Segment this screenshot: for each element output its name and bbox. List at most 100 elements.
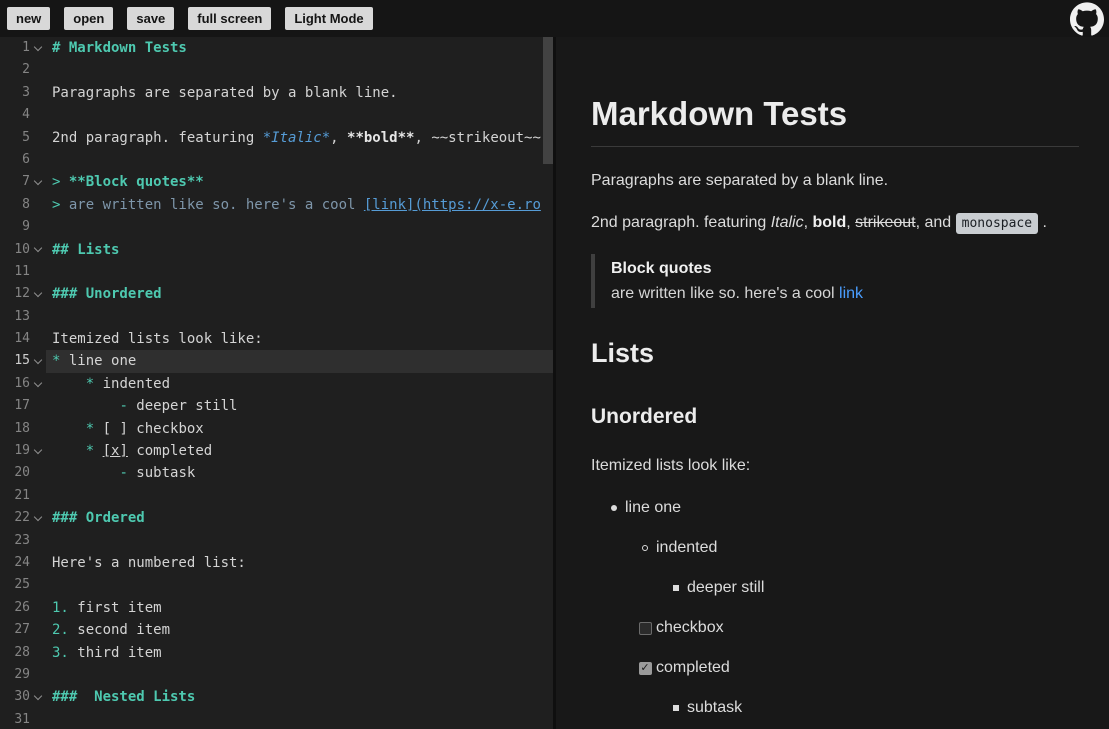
editor-line[interactable]: 24Here's a numbered list: bbox=[0, 552, 553, 574]
line-number-gutter: 6 bbox=[0, 149, 46, 171]
fold-chevron-icon[interactable] bbox=[30, 239, 46, 261]
line-number-gutter: 4 bbox=[0, 104, 46, 126]
line-number: 20 bbox=[14, 462, 30, 484]
editor-line[interactable]: 31 bbox=[0, 709, 553, 729]
list-marker bbox=[634, 622, 656, 635]
bullet-square-icon bbox=[673, 705, 679, 711]
preview-content: Markdown TestsParagraphs are separated b… bbox=[556, 37, 1109, 729]
link[interactable]: link bbox=[839, 285, 863, 302]
line-number-gutter: 23 bbox=[0, 530, 46, 552]
fold-chevron-icon[interactable] bbox=[30, 283, 46, 305]
line-number-gutter: 15 bbox=[0, 350, 46, 372]
line-number: 9 bbox=[22, 216, 30, 238]
fold-chevron-icon[interactable] bbox=[30, 686, 46, 708]
fold-chevron-icon[interactable] bbox=[30, 440, 46, 462]
line-number-gutter: 31 bbox=[0, 709, 46, 729]
line-number: 23 bbox=[14, 530, 30, 552]
editor-line[interactable]: 21 bbox=[0, 485, 553, 507]
line-number-gutter: 18 bbox=[0, 418, 46, 440]
code-line-text bbox=[46, 216, 553, 238]
fold-chevron-icon bbox=[30, 619, 46, 641]
editor-line[interactable]: 16 * indented bbox=[0, 373, 553, 395]
preview-heading-h2: Lists bbox=[591, 336, 1079, 370]
editor-line[interactable]: 3Paragraphs are separated by a blank lin… bbox=[0, 82, 553, 104]
fold-chevron-icon bbox=[30, 216, 46, 238]
light-mode-button[interactable]: Light Mode bbox=[285, 7, 372, 30]
editor-line[interactable]: 30### Nested Lists bbox=[0, 686, 553, 708]
editor-pane[interactable]: 1# Markdown Tests23Paragraphs are separa… bbox=[0, 37, 553, 729]
line-number-gutter: 29 bbox=[0, 664, 46, 686]
editor-line[interactable]: 18 * [ ] checkbox bbox=[0, 418, 553, 440]
editor-line[interactable]: 12### Unordered bbox=[0, 283, 553, 305]
editor-line[interactable]: 11 bbox=[0, 261, 553, 283]
line-number-gutter: 14 bbox=[0, 328, 46, 350]
line-number-gutter: 17 bbox=[0, 395, 46, 417]
line-number-gutter: 16 bbox=[0, 373, 46, 395]
editor-line[interactable]: 13 bbox=[0, 306, 553, 328]
line-number-gutter: 8 bbox=[0, 194, 46, 216]
editor-line[interactable]: 22### Ordered bbox=[0, 507, 553, 529]
list-marker bbox=[634, 545, 656, 551]
editor-line[interactable]: 283. third item bbox=[0, 642, 553, 664]
line-number: 24 bbox=[14, 552, 30, 574]
editor-line[interactable]: 25 bbox=[0, 574, 553, 596]
bullet-list: line oneindenteddeeper stillcheckbox✓com… bbox=[591, 496, 1079, 720]
editor-line[interactable]: 15* line one bbox=[0, 350, 553, 372]
editor-line[interactable]: 261. first item bbox=[0, 597, 553, 619]
text: 2nd paragraph. featuring bbox=[591, 214, 771, 231]
fullscreen-button[interactable]: full screen bbox=[188, 7, 271, 30]
editor-line[interactable]: 23 bbox=[0, 530, 553, 552]
line-number-gutter: 11 bbox=[0, 261, 46, 283]
fold-chevron-icon bbox=[30, 306, 46, 328]
list-item-text: indented bbox=[656, 536, 717, 560]
editor-line[interactable]: 29 bbox=[0, 664, 553, 686]
new-button[interactable]: new bbox=[7, 7, 50, 30]
code-line-text bbox=[46, 709, 553, 729]
github-link[interactable] bbox=[1069, 1, 1105, 37]
editor-line[interactable]: 52nd paragraph. featuring *Italic*, **bo… bbox=[0, 127, 553, 149]
fold-chevron-icon[interactable] bbox=[30, 171, 46, 193]
checkbox-icon bbox=[639, 622, 652, 635]
blockquote: Block quotesare written like so. here's … bbox=[591, 254, 1079, 308]
editor-scrollbar-thumb[interactable] bbox=[543, 37, 553, 164]
preview-pane[interactable]: Markdown TestsParagraphs are separated b… bbox=[556, 37, 1109, 729]
fold-chevron-icon bbox=[30, 462, 46, 484]
editor-line[interactable]: 17 - deeper still bbox=[0, 395, 553, 417]
editor-line[interactable]: 14Itemized lists look like: bbox=[0, 328, 553, 350]
editor-line[interactable]: 20 - subtask bbox=[0, 462, 553, 484]
editor-line[interactable]: 19 * [x] completed bbox=[0, 440, 553, 462]
editor-line[interactable]: 2 bbox=[0, 59, 553, 81]
code-line-text: - subtask bbox=[46, 462, 553, 484]
line-number: 3 bbox=[22, 82, 30, 104]
line-number: 17 bbox=[14, 395, 30, 417]
code-line-text: 2nd paragraph. featuring *Italic*, **bol… bbox=[46, 127, 553, 149]
code-line-text: ### Ordered bbox=[46, 507, 553, 529]
line-number: 10 bbox=[14, 239, 30, 261]
editor-line[interactable]: 272. second item bbox=[0, 619, 553, 641]
save-button[interactable]: save bbox=[127, 7, 174, 30]
line-number-gutter: 21 bbox=[0, 485, 46, 507]
editor-line[interactable]: 6 bbox=[0, 149, 553, 171]
line-number: 11 bbox=[14, 261, 30, 283]
fold-chevron-icon[interactable] bbox=[30, 350, 46, 372]
text: . bbox=[1038, 214, 1047, 231]
editor-line[interactable]: 10## Lists bbox=[0, 239, 553, 261]
preview-paragraph: Paragraphs are separated by a blank line… bbox=[591, 169, 1079, 193]
fold-chevron-icon[interactable] bbox=[30, 373, 46, 395]
editor-line[interactable]: 8> are written like so. here's a cool [l… bbox=[0, 194, 553, 216]
text: , and bbox=[916, 214, 956, 231]
editor-line[interactable]: 4 bbox=[0, 104, 553, 126]
line-number: 8 bbox=[22, 194, 30, 216]
fold-chevron-icon[interactable] bbox=[30, 507, 46, 529]
editor-line[interactable]: 9 bbox=[0, 216, 553, 238]
line-number-gutter: 30 bbox=[0, 686, 46, 708]
list-item: indented bbox=[634, 536, 1079, 560]
list-item-text: subtask bbox=[687, 696, 742, 720]
open-button[interactable]: open bbox=[64, 7, 113, 30]
line-number-gutter: 22 bbox=[0, 507, 46, 529]
editor-scrollbar[interactable] bbox=[543, 37, 553, 729]
list-item: deeper still bbox=[665, 576, 1079, 600]
editor-line[interactable]: 7> **Block quotes** bbox=[0, 171, 553, 193]
fold-chevron-icon[interactable] bbox=[30, 37, 46, 59]
editor-line[interactable]: 1# Markdown Tests bbox=[0, 37, 553, 59]
